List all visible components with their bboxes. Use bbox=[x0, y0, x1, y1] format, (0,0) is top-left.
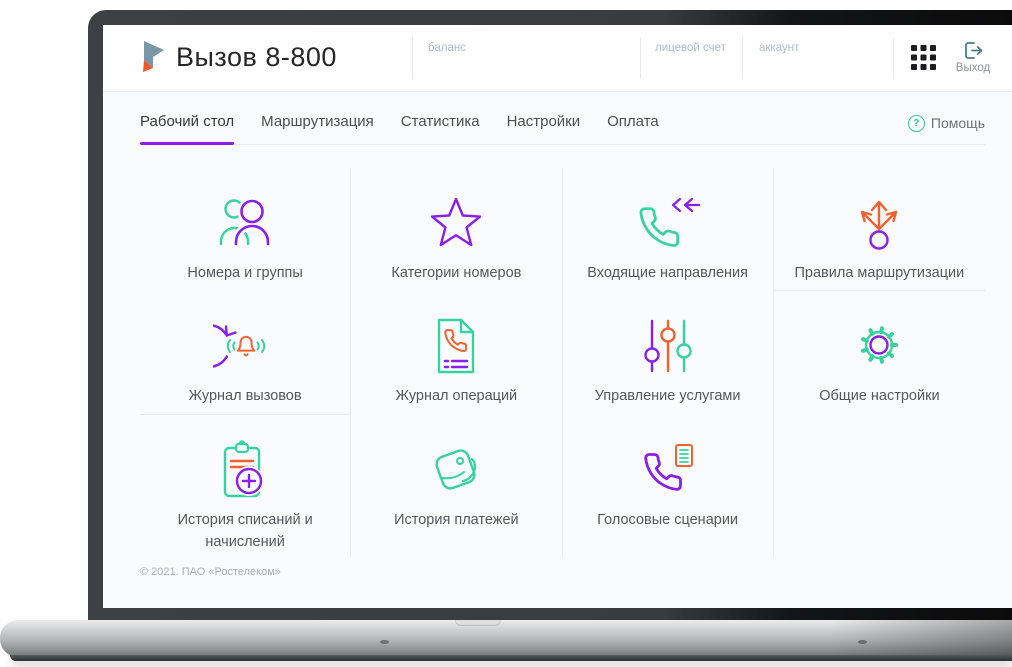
question-circle-icon: ? bbox=[907, 114, 925, 132]
star-icon bbox=[428, 192, 484, 254]
help-label: Помощь bbox=[930, 115, 985, 131]
main-nav: Рабочий стол Маршрутизация Статистика На… bbox=[140, 102, 985, 145]
tab-settings[interactable]: Настройки bbox=[507, 102, 581, 144]
tab-statistics[interactable]: Статистика bbox=[401, 102, 480, 144]
tile-call-log[interactable]: Журнал вызовов bbox=[140, 291, 352, 415]
dashboard-grid: Номера и группы Категории номеров Входящ… bbox=[140, 168, 985, 557]
laptop-latch-notch bbox=[455, 620, 501, 626]
tab-dashboard[interactable]: Рабочий стол bbox=[140, 102, 235, 145]
routing-arrows-icon bbox=[849, 192, 909, 254]
tile-incoming-directions[interactable]: Входящие направления bbox=[563, 168, 774, 291]
clipboard-plus-icon bbox=[218, 439, 272, 501]
tile-routing-rules[interactable]: Правила маршрутизации bbox=[773, 168, 985, 291]
apps-grid-icon[interactable] bbox=[911, 45, 937, 71]
call-log-icon bbox=[213, 315, 277, 377]
logout-label: Выход bbox=[955, 62, 991, 74]
tile-number-categories[interactable]: Категории номеров bbox=[351, 168, 563, 291]
app-header: Вызов 8-800 баланс лицевой счет аккаунт bbox=[103, 25, 1012, 92]
tile-label: Номера и группы bbox=[187, 265, 303, 281]
wallet-icon bbox=[427, 439, 485, 501]
rostelecom-logo bbox=[139, 38, 166, 78]
tile-label: Категории номеров bbox=[391, 265, 522, 281]
personal-account-label: лицевой счет bbox=[655, 42, 726, 54]
tile-label: Общие настройки bbox=[819, 388, 940, 404]
screen-content: Вызов 8-800 баланс лицевой счет аккаунт bbox=[103, 25, 1012, 608]
copyright-text: © 2021. ПАО «Ростелеком» bbox=[140, 566, 281, 578]
logout-button[interactable]: Выход bbox=[948, 41, 998, 74]
tile-label: Журнал вызовов bbox=[188, 388, 302, 404]
tile-label: Журнал операций bbox=[395, 388, 518, 404]
tile-service-management[interactable]: Управление услугами bbox=[563, 291, 774, 415]
tile-payments-history[interactable]: История платежей bbox=[351, 415, 563, 557]
tile-charges-history[interactable]: История списаний и начислений bbox=[140, 415, 352, 557]
balance-label: баланс bbox=[428, 42, 466, 54]
tile-empty-cell bbox=[774, 415, 985, 557]
tile-label: Входящие направления bbox=[587, 265, 748, 281]
sliders-icon bbox=[640, 315, 696, 377]
header-divider bbox=[412, 37, 413, 79]
tile-label: История списаний и начислений bbox=[177, 512, 313, 550]
tile-numbers-groups[interactable]: Номера и группы bbox=[140, 168, 352, 291]
laptop-base bbox=[0, 620, 1012, 661]
tab-payment[interactable]: Оплата bbox=[607, 102, 659, 144]
tile-voice-scenarios[interactable]: Голосовые сценарии bbox=[563, 415, 774, 557]
header-divider bbox=[742, 37, 743, 79]
header-divider bbox=[893, 37, 894, 79]
tile-general-settings[interactable]: Общие настройки bbox=[774, 291, 985, 415]
gear-icon bbox=[849, 315, 909, 377]
tile-label: Правила маршрутизации bbox=[794, 265, 965, 281]
tab-routing[interactable]: Маршрутизация bbox=[261, 102, 374, 144]
incoming-phone-icon bbox=[636, 192, 700, 254]
help-link[interactable]: ? Помощь bbox=[907, 114, 985, 132]
voice-script-icon bbox=[640, 439, 696, 501]
users-icon bbox=[214, 192, 276, 254]
laptop-foot bbox=[858, 640, 867, 644]
operations-log-icon bbox=[433, 315, 479, 377]
logout-icon bbox=[965, 42, 983, 59]
account-label: аккаунт bbox=[759, 42, 800, 54]
tile-label: Управление услугами bbox=[594, 388, 741, 404]
laptop-foot bbox=[380, 640, 389, 644]
tile-label: Голосовые сценарии bbox=[597, 512, 739, 528]
tile-label: История платежей bbox=[394, 512, 519, 528]
app-title: Вызов 8-800 bbox=[176, 42, 337, 72]
tile-operations-log[interactable]: Журнал операций bbox=[351, 291, 563, 415]
laptop-screen-bezel: Вызов 8-800 баланс лицевой счет аккаунт bbox=[88, 10, 1012, 622]
header-divider bbox=[640, 37, 641, 79]
